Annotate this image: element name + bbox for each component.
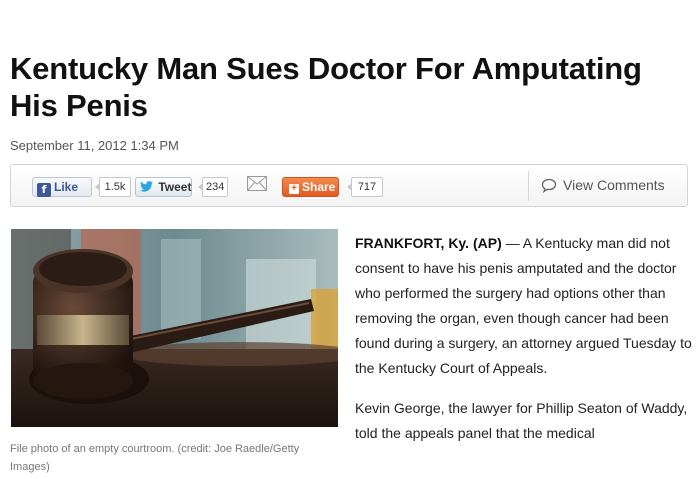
tweet-button[interactable]: Tweet xyxy=(135,177,192,197)
mail-icon[interactable] xyxy=(247,176,267,191)
courtroom-gavel-photo xyxy=(11,229,338,427)
article-headline: Kentucky Man Sues Doctor For Amputating … xyxy=(10,51,642,123)
share-button[interactable]: + Share xyxy=(282,177,339,197)
social-share-bar: f Like 1.5k Tweet 234 + Share 717 View Com… xyxy=(10,164,688,207)
view-comments-label: View Comments xyxy=(563,177,665,193)
article-body: FRANKFORT, Ky. (AP) — A Kentucky man did… xyxy=(355,231,695,461)
plus-icon: + xyxy=(289,184,299,194)
view-comments-link[interactable]: View Comments xyxy=(541,176,665,196)
dateline: FRANKFORT, Ky. (AP) xyxy=(355,235,502,251)
photo-caption: File photo of an empty courtroom. (credi… xyxy=(10,443,300,473)
publish-date: September 11, 2012 1:34 PM xyxy=(10,138,179,153)
share-label: Share xyxy=(302,180,336,194)
share-count: 717 xyxy=(347,177,383,197)
twitter-bird-icon xyxy=(140,180,156,194)
facebook-like-button[interactable]: f Like xyxy=(32,177,92,197)
article-paragraph: Kevin George, the lawyer for Phillip Sea… xyxy=(355,400,688,441)
divider xyxy=(528,171,529,201)
facebook-icon: f xyxy=(37,183,51,197)
tweet-count: 234 xyxy=(198,177,228,197)
comment-bubble-icon xyxy=(541,178,557,197)
paragraph-text: — A Kentucky man did not consent to have… xyxy=(355,235,692,376)
tweet-label: Tweet xyxy=(158,180,192,194)
article-paragraph: FRANKFORT, Ky. (AP) — A Kentucky man did… xyxy=(355,231,695,381)
like-label: Like xyxy=(54,180,79,194)
like-count: 1.5k xyxy=(95,177,131,197)
